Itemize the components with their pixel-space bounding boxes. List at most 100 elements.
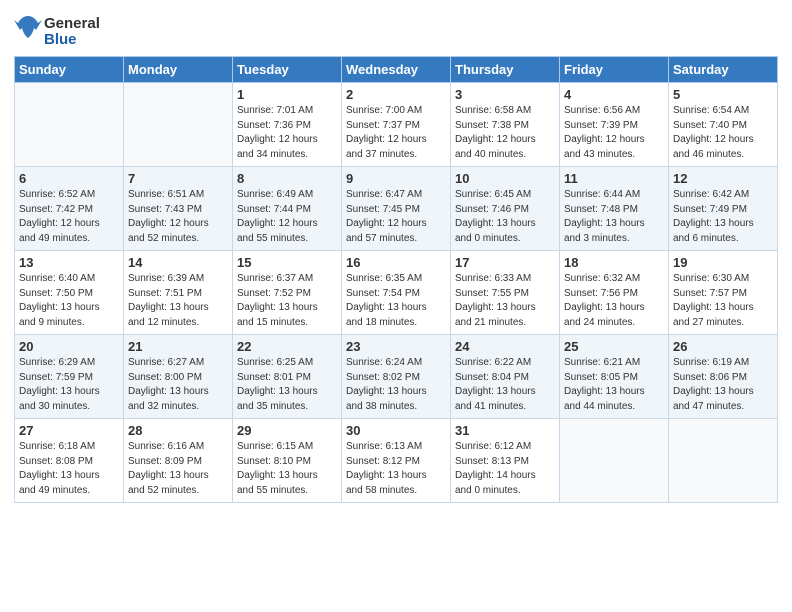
day-number: 20 bbox=[19, 339, 119, 354]
day-number: 25 bbox=[564, 339, 664, 354]
day-number: 1 bbox=[237, 87, 337, 102]
day-number: 26 bbox=[673, 339, 773, 354]
weekday-header-sunday: Sunday bbox=[15, 57, 124, 83]
calendar-cell: 23Sunrise: 6:24 AMSunset: 8:02 PMDayligh… bbox=[342, 335, 451, 419]
calendar-cell: 4 Sunrise: 6:56 AMSunset: 7:39 PMDaylight… bbox=[560, 83, 669, 167]
day-info: Sunrise: 6:12 AMSunset: 8:13 PMDaylight:… bbox=[455, 440, 555, 498]
day-info: Sunrise: 6:42 AMSunset: 7:49 PMDaylight:… bbox=[673, 188, 773, 246]
calendar-cell: 28 Sunrise: 6:16 AMSunset: 8:09 PMDayligh… bbox=[124, 419, 233, 503]
calendar-cell: 27 Sunrise: 6:18 AMSunset: 8:08 PMDayligh… bbox=[15, 419, 124, 503]
calendar-cell: 12 Sunrise: 6:42 AMSunset: 7:49 PMDayligh… bbox=[669, 167, 778, 251]
day-info: Sunrise: 7:01 AMSunset: 7:36 PMDaylight:… bbox=[237, 104, 337, 162]
day-number: 29 bbox=[237, 423, 337, 438]
day-info: Sunrise: 6:35 AMSunset: 7:54 PMDaylight:… bbox=[346, 272, 446, 330]
calendar-cell: 19 Sunrise: 6:30 AMSunset: 7:57 PMDayligh… bbox=[669, 251, 778, 335]
page: General Blue SundayMondayTuesdayWednesda… bbox=[0, 0, 792, 612]
calendar-cell: 13Sunrise: 6:40 AMSunset: 7:50 PMDayligh… bbox=[15, 251, 124, 335]
weekday-header-friday: Friday bbox=[560, 57, 669, 83]
calendar-week-row: 13Sunrise: 6:40 AMSunset: 7:50 PMDayligh… bbox=[15, 251, 778, 335]
day-info: Sunrise: 6:33 AMSunset: 7:55 PMDaylight:… bbox=[455, 272, 555, 330]
day-info: Sunrise: 6:37 AMSunset: 7:52 PMDaylight:… bbox=[237, 272, 337, 330]
calendar-cell bbox=[560, 419, 669, 503]
day-number: 5 bbox=[673, 87, 773, 102]
day-info: Sunrise: 6:54 AMSunset: 7:40 PMDaylight:… bbox=[673, 104, 773, 162]
calendar-cell: 25 Sunrise: 6:21 AMSunset: 8:05 PMDayligh… bbox=[560, 335, 669, 419]
weekday-header-wednesday: Wednesday bbox=[342, 57, 451, 83]
calendar-cell bbox=[669, 419, 778, 503]
weekday-header-tuesday: Tuesday bbox=[233, 57, 342, 83]
calendar-cell: 14 Sunrise: 6:39 AMSunset: 7:51 PMDayligh… bbox=[124, 251, 233, 335]
calendar-cell bbox=[124, 83, 233, 167]
day-info: Sunrise: 6:47 AMSunset: 7:45 PMDaylight:… bbox=[346, 188, 446, 246]
calendar-cell: 3Sunrise: 6:58 AMSunset: 7:38 PMDaylight… bbox=[451, 83, 560, 167]
day-info: Sunrise: 6:30 AMSunset: 7:57 PMDaylight:… bbox=[673, 272, 773, 330]
day-number: 28 bbox=[128, 423, 228, 438]
day-number: 9 bbox=[346, 171, 446, 186]
day-number: 23 bbox=[346, 339, 446, 354]
day-info: Sunrise: 6:49 AMSunset: 7:44 PMDaylight:… bbox=[237, 188, 337, 246]
day-number: 18 bbox=[564, 255, 664, 270]
day-number: 2 bbox=[346, 87, 446, 102]
calendar-cell: 24 Sunrise: 6:22 AMSunset: 8:04 PMDayligh… bbox=[451, 335, 560, 419]
calendar-cell: 5 Sunrise: 6:54 AMSunset: 7:40 PMDaylight… bbox=[669, 83, 778, 167]
calendar-cell: 26 Sunrise: 6:19 AMSunset: 8:06 PMDayligh… bbox=[669, 335, 778, 419]
day-number: 19 bbox=[673, 255, 773, 270]
calendar-cell: 9 Sunrise: 6:47 AMSunset: 7:45 PMDaylight… bbox=[342, 167, 451, 251]
day-info: Sunrise: 6:16 AMSunset: 8:09 PMDaylight:… bbox=[128, 440, 228, 498]
weekday-header-thursday: Thursday bbox=[451, 57, 560, 83]
day-number: 11 bbox=[564, 171, 664, 186]
day-number: 4 bbox=[564, 87, 664, 102]
day-info: Sunrise: 7:00 AMSunset: 7:37 PMDaylight:… bbox=[346, 104, 446, 162]
day-info: Sunrise: 6:21 AMSunset: 8:05 PMDaylight:… bbox=[564, 356, 664, 414]
day-info: Sunrise: 6:25 AMSunset: 8:01 PMDaylight:… bbox=[237, 356, 337, 414]
day-number: 21 bbox=[128, 339, 228, 354]
calendar-cell: 20 Sunrise: 6:29 AMSunset: 7:59 PMDayligh… bbox=[15, 335, 124, 419]
day-number: 31 bbox=[455, 423, 555, 438]
day-info: Sunrise: 6:13 AMSunset: 8:12 PMDaylight:… bbox=[346, 440, 446, 498]
day-number: 27 bbox=[19, 423, 119, 438]
calendar-cell: 31 Sunrise: 6:12 AMSunset: 8:13 PMDayligh… bbox=[451, 419, 560, 503]
calendar-cell: 2 Sunrise: 7:00 AMSunset: 7:37 PMDaylight… bbox=[342, 83, 451, 167]
calendar-week-row: 1 Sunrise: 7:01 AMSunset: 7:36 PMDaylight… bbox=[15, 83, 778, 167]
day-info: Sunrise: 6:15 AMSunset: 8:10 PMDaylight:… bbox=[237, 440, 337, 498]
logo: General Blue bbox=[14, 10, 100, 50]
day-number: 14 bbox=[128, 255, 228, 270]
day-number: 17 bbox=[455, 255, 555, 270]
day-info: Sunrise: 6:56 AMSunset: 7:39 PMDaylight:… bbox=[564, 104, 664, 162]
calendar-table: SundayMondayTuesdayWednesdayThursdayFrid… bbox=[14, 56, 778, 503]
calendar-cell: 8 Sunrise: 6:49 AMSunset: 7:44 PMDaylight… bbox=[233, 167, 342, 251]
calendar-week-row: 20 Sunrise: 6:29 AMSunset: 7:59 PMDayligh… bbox=[15, 335, 778, 419]
calendar-cell: 16Sunrise: 6:35 AMSunset: 7:54 PMDayligh… bbox=[342, 251, 451, 335]
calendar-cell: 10 Sunrise: 6:45 AMSunset: 7:46 PMDayligh… bbox=[451, 167, 560, 251]
logo-general-text: General bbox=[44, 16, 100, 33]
day-number: 24 bbox=[455, 339, 555, 354]
day-number: 10 bbox=[455, 171, 555, 186]
day-info: Sunrise: 6:39 AMSunset: 7:51 PMDaylight:… bbox=[128, 272, 228, 330]
calendar-cell: 17 Sunrise: 6:33 AMSunset: 7:55 PMDayligh… bbox=[451, 251, 560, 335]
calendar-cell: 21 Sunrise: 6:27 AMSunset: 8:00 PMDayligh… bbox=[124, 335, 233, 419]
day-info: Sunrise: 6:19 AMSunset: 8:06 PMDaylight:… bbox=[673, 356, 773, 414]
calendar-cell: 11Sunrise: 6:44 AMSunset: 7:48 PMDayligh… bbox=[560, 167, 669, 251]
day-info: Sunrise: 6:18 AMSunset: 8:08 PMDaylight:… bbox=[19, 440, 119, 498]
day-number: 30 bbox=[346, 423, 446, 438]
day-number: 22 bbox=[237, 339, 337, 354]
day-number: 8 bbox=[237, 171, 337, 186]
calendar-cell: 6Sunrise: 6:52 AMSunset: 7:42 PMDaylight… bbox=[15, 167, 124, 251]
calendar-cell: 22 Sunrise: 6:25 AMSunset: 8:01 PMDayligh… bbox=[233, 335, 342, 419]
day-info: Sunrise: 6:27 AMSunset: 8:00 PMDaylight:… bbox=[128, 356, 228, 414]
weekday-header-monday: Monday bbox=[124, 57, 233, 83]
calendar-cell: 7Sunrise: 6:51 AMSunset: 7:43 PMDaylight… bbox=[124, 167, 233, 251]
day-number: 15 bbox=[237, 255, 337, 270]
day-info: Sunrise: 6:22 AMSunset: 8:04 PMDaylight:… bbox=[455, 356, 555, 414]
day-info: Sunrise: 6:52 AMSunset: 7:42 PMDaylight:… bbox=[19, 188, 119, 246]
calendar-cell: 29 Sunrise: 6:15 AMSunset: 8:10 PMDayligh… bbox=[233, 419, 342, 503]
day-info: Sunrise: 6:45 AMSunset: 7:46 PMDaylight:… bbox=[455, 188, 555, 246]
day-number: 12 bbox=[673, 171, 773, 186]
day-info: Sunrise: 6:29 AMSunset: 7:59 PMDaylight:… bbox=[19, 356, 119, 414]
calendar-cell: 30 Sunrise: 6:13 AMSunset: 8:12 PMDayligh… bbox=[342, 419, 451, 503]
calendar-cell: 18Sunrise: 6:32 AMSunset: 7:56 PMDayligh… bbox=[560, 251, 669, 335]
calendar-week-row: 6Sunrise: 6:52 AMSunset: 7:42 PMDaylight… bbox=[15, 167, 778, 251]
day-number: 3 bbox=[455, 87, 555, 102]
day-info: Sunrise: 6:51 AMSunset: 7:43 PMDaylight:… bbox=[128, 188, 228, 246]
calendar-week-row: 27 Sunrise: 6:18 AMSunset: 8:08 PMDayligh… bbox=[15, 419, 778, 503]
